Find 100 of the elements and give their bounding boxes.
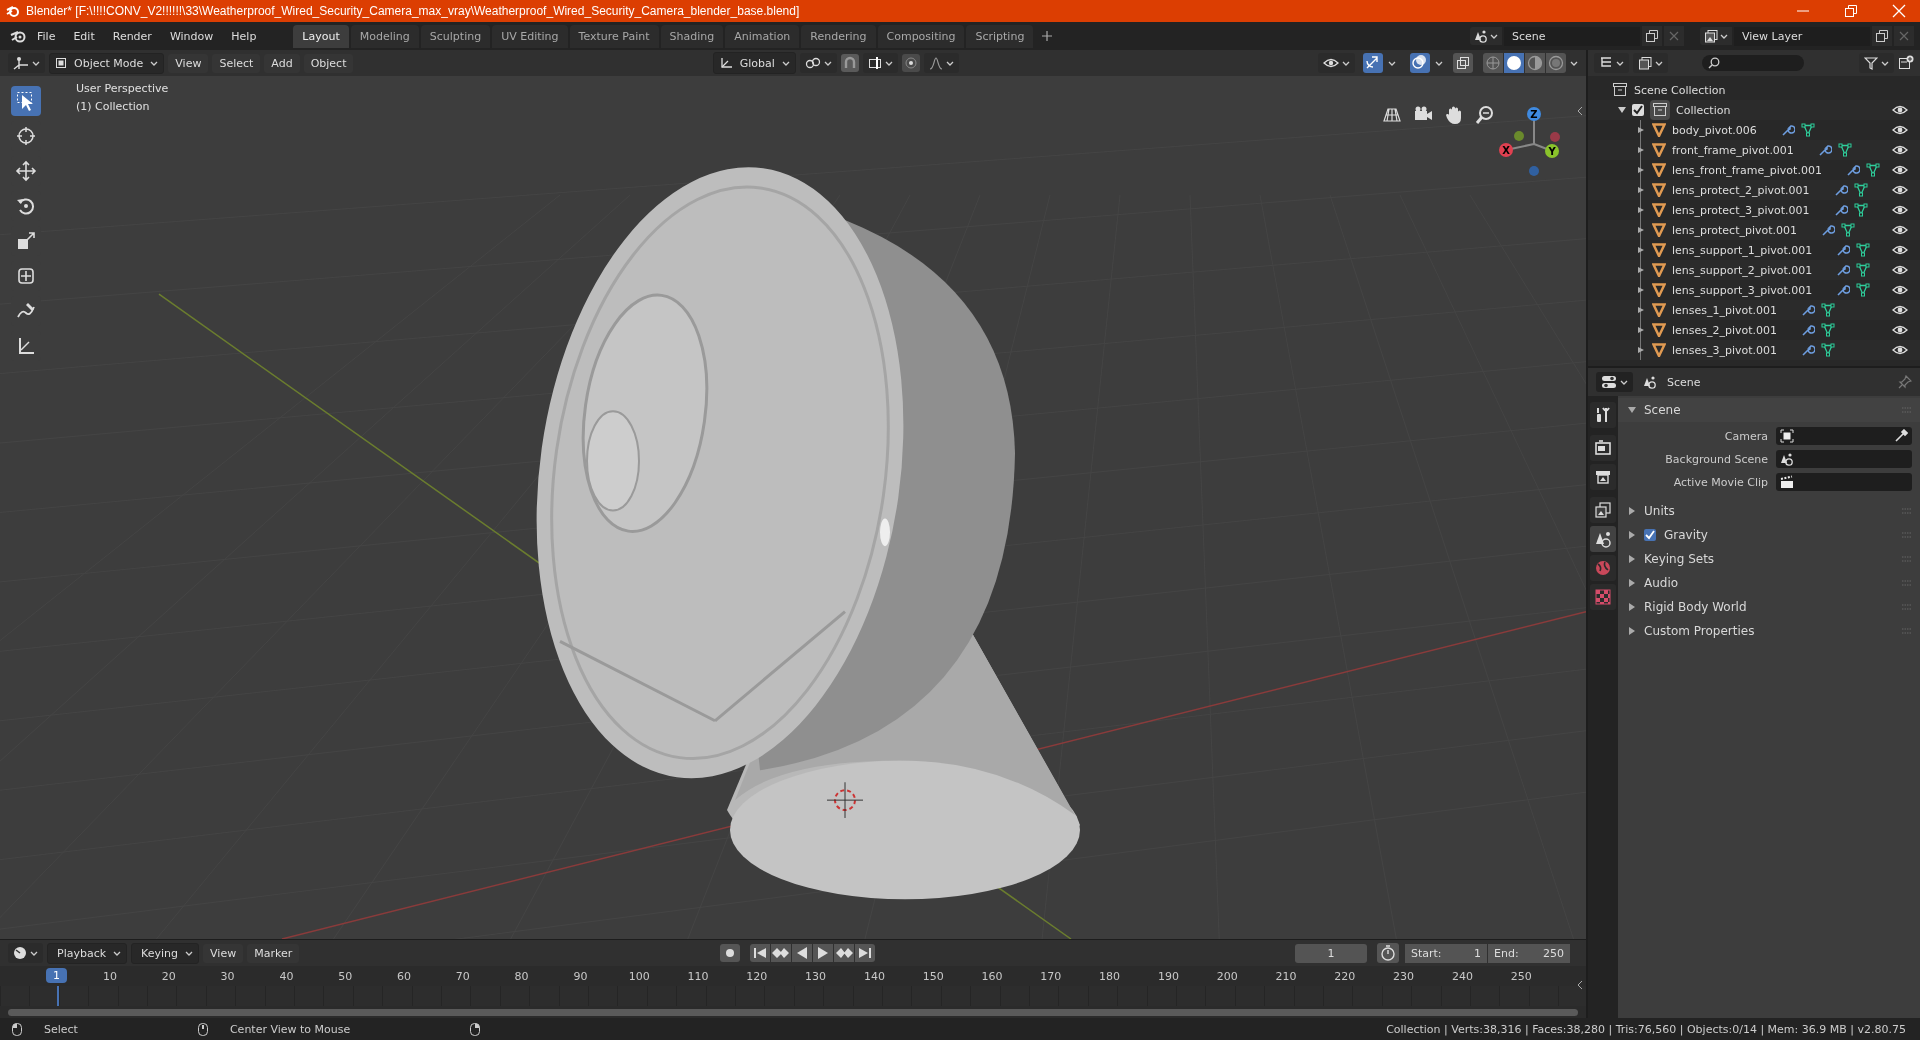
viewlayer-tab-icon[interactable]	[1590, 497, 1616, 523]
mesh-data-icon[interactable]	[1800, 123, 1815, 137]
eye-icon[interactable]	[1892, 223, 1908, 237]
eye-icon[interactable]	[1892, 283, 1908, 297]
workspace-tab[interactable]: Texture Paint	[569, 24, 659, 48]
previous-keyframe-icon[interactable]	[770, 944, 791, 962]
current-frame-indicator[interactable]: 1	[46, 968, 67, 983]
collapsed-arrow-icon[interactable]	[1638, 167, 1644, 173]
wrench-icon[interactable]	[1833, 203, 1848, 217]
mesh-data-icon[interactable]	[1837, 143, 1852, 157]
menu-item[interactable]: Select	[212, 53, 261, 73]
menu-item[interactable]: Object	[303, 53, 354, 73]
collapsed-arrow-icon[interactable]	[1638, 307, 1644, 313]
close-icon[interactable]	[1892, 4, 1906, 18]
outliner-item[interactable]: Collection	[1676, 103, 1731, 117]
mesh-data-icon[interactable]	[1856, 263, 1871, 277]
editor-type-button[interactable]	[8, 53, 45, 73]
menu-item[interactable]: View	[168, 53, 209, 73]
workspace-tab[interactable]: Modeling	[350, 24, 419, 48]
eye-icon[interactable]	[1892, 103, 1908, 117]
workspace-tab[interactable]: Animation	[725, 24, 800, 48]
scene-menu-button[interactable]	[1470, 27, 1502, 45]
current-frame-field[interactable]: 1	[1295, 943, 1367, 963]
outliner-item[interactable]: Scene Collection	[1634, 83, 1726, 97]
overlay-toggle-icon[interactable]	[1410, 53, 1430, 73]
outliner-item[interactable]: lens_protect_pivot.001	[1672, 223, 1798, 237]
chevron-left-icon[interactable]	[1576, 106, 1584, 116]
outliner-item[interactable]: lens_front_frame_pivot.001	[1672, 163, 1822, 177]
collapsed-arrow-icon[interactable]	[1638, 327, 1644, 333]
clip-field[interactable]	[1776, 473, 1912, 491]
next-keyframe-icon[interactable]	[833, 944, 854, 962]
eyedropper-icon[interactable]	[1894, 429, 1908, 443]
menu-item[interactable]: Help	[224, 26, 264, 46]
texture-tab-icon[interactable]	[1590, 584, 1616, 610]
outliner-item[interactable]: lens_support_1_pivot.001	[1672, 243, 1813, 257]
collapsed-arrow-icon[interactable]	[1638, 227, 1644, 233]
wrench-icon[interactable]	[1817, 143, 1832, 157]
horizontal-scrollbar[interactable]	[8, 1009, 1578, 1016]
view-layer-field[interactable]: View Layer	[1734, 26, 1870, 46]
checkbox[interactable]	[1632, 104, 1644, 116]
collapsed-arrow-icon[interactable]	[1638, 267, 1644, 273]
collapsed-arrow-icon[interactable]	[1638, 247, 1644, 253]
menu-item[interactable]: Edit	[66, 26, 102, 46]
outliner-item[interactable]: lenses_3_pivot.001	[1672, 343, 1778, 357]
mesh-data-icon[interactable]	[1841, 223, 1856, 237]
chevron-down-icon[interactable]	[1570, 59, 1578, 67]
duplicate-icon[interactable]	[1642, 26, 1662, 46]
output-tab-icon[interactable]	[1590, 464, 1616, 490]
mesh-data-icon[interactable]	[1865, 163, 1880, 177]
panel-header[interactable]: Scene	[1644, 403, 1681, 417]
outliner-item[interactable]: lenses_2_pivot.001	[1672, 323, 1778, 337]
material-shading-icon[interactable]	[1525, 53, 1545, 73]
wrench-icon[interactable]	[1836, 243, 1851, 257]
pivot-dropdown[interactable]	[799, 53, 837, 73]
select-tool-icon[interactable]	[11, 86, 41, 116]
panel-header[interactable]: Rigid Body World	[1644, 600, 1747, 614]
panel-header[interactable]: Units	[1644, 504, 1675, 518]
eye-icon[interactable]	[1892, 263, 1908, 277]
duplicate-icon[interactable]	[1872, 26, 1892, 46]
mesh-data-icon[interactable]	[1856, 243, 1871, 257]
collapsed-arrow-icon[interactable]	[1628, 507, 1636, 515]
outliner-item[interactable]: lens_protect_3_pivot.001	[1672, 203, 1810, 217]
filter-dropdown[interactable]	[1859, 53, 1894, 73]
eye-icon[interactable]	[1892, 243, 1908, 257]
eye-icon[interactable]	[1892, 123, 1908, 137]
display-mode-dropdown[interactable]	[1633, 53, 1668, 73]
wrench-icon[interactable]	[1801, 303, 1816, 317]
magnet-icon[interactable]	[840, 54, 859, 72]
scene-field[interactable]: Scene	[1504, 26, 1640, 46]
editor-type-button[interactable]	[1594, 53, 1629, 73]
restore-icon[interactable]	[1844, 4, 1858, 18]
chevron-left-icon[interactable]	[1576, 980, 1584, 990]
solid-shading-icon[interactable]	[1504, 53, 1524, 73]
view-layer-menu-button[interactable]	[1700, 27, 1732, 45]
collapsed-arrow-icon[interactable]	[1628, 555, 1636, 563]
panel-header[interactable]: Keying Sets	[1644, 552, 1715, 566]
wrench-icon[interactable]	[1833, 183, 1848, 197]
scene-field[interactable]	[1776, 450, 1912, 468]
proportional-edit-icon[interactable]	[901, 54, 920, 72]
collapsed-arrow-icon[interactable]	[1638, 207, 1644, 213]
jump-to-end-icon[interactable]	[854, 944, 875, 962]
xray-icon[interactable]	[1453, 53, 1473, 73]
workspace-tab[interactable]: Rendering	[801, 24, 876, 48]
outliner-item[interactable]: lens_support_3_pivot.001	[1672, 283, 1813, 297]
editor-type-button[interactable]	[8, 943, 43, 963]
eye-icon[interactable]	[1892, 203, 1908, 217]
menu-item[interactable]: Playback	[47, 942, 128, 964]
mesh-data-icon[interactable]	[1821, 323, 1836, 337]
collapsed-arrow-icon[interactable]	[1638, 347, 1644, 353]
eye-icon[interactable]	[1892, 343, 1908, 357]
workspace-tab[interactable]: Scripting	[966, 24, 1034, 48]
mode-dropdown[interactable]: Object Mode	[49, 52, 165, 74]
workspace-tab[interactable]: UV Editing	[492, 24, 568, 48]
mesh-data-icon[interactable]	[1821, 343, 1836, 357]
scene-tab-icon[interactable]	[1590, 526, 1616, 552]
expanded-arrow-icon[interactable]	[1618, 106, 1626, 114]
wrench-icon[interactable]	[1780, 123, 1795, 137]
eye-icon[interactable]	[1892, 183, 1908, 197]
pin-icon[interactable]	[1898, 375, 1912, 389]
menu-item[interactable]: Render	[105, 26, 159, 46]
